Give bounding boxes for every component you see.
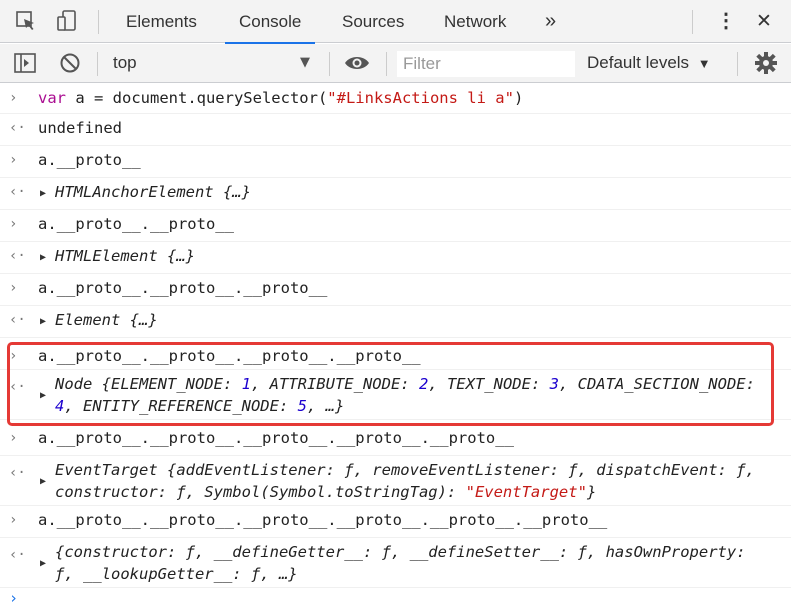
tab-elements[interactable]: Elements	[126, 0, 197, 43]
console-input-row: › a.__proto__.__proto__	[0, 210, 791, 242]
input-prompt-icon: ›	[9, 280, 18, 296]
more-tabs-icon[interactable]: »	[545, 0, 556, 43]
close-icon[interactable]: ✕	[756, 0, 772, 43]
devtools-tab-bar: Elements Console Sources Network » ⋮ ✕	[0, 0, 791, 44]
expand-triangle-icon[interactable]: ▶	[40, 252, 46, 263]
sidebar-toggle-icon[interactable]	[10, 48, 40, 78]
console-command: a.__proto__	[38, 151, 141, 169]
device-toolbar-icon[interactable]	[52, 6, 82, 36]
log-levels-label: Default levels	[587, 53, 690, 72]
eye-icon[interactable]	[342, 48, 372, 78]
console-result-row: ‹· ▶ HTMLAnchorElement {…}	[0, 178, 791, 210]
chevron-down-icon: ▼	[697, 56, 711, 71]
tab-network[interactable]: Network	[444, 0, 506, 43]
console-result-row: ‹· ▶ HTMLElement {…}	[0, 242, 791, 274]
highlight-box	[7, 342, 774, 426]
result-prompt-icon: ‹·	[9, 120, 26, 136]
chevron-down-icon[interactable]: ▼	[300, 55, 310, 70]
divider	[692, 10, 693, 34]
log-levels-dropdown[interactable]: Default levels ▼	[587, 53, 711, 73]
result-prompt-icon: ‹·	[9, 248, 26, 264]
expand-triangle-icon[interactable]: ▶	[40, 316, 46, 327]
divider	[737, 52, 738, 76]
console-input-row: › a.__proto__	[0, 146, 791, 178]
object-preview[interactable]: {constructor: ƒ, __defineGetter__: ƒ, __…	[55, 541, 760, 585]
input-prompt-icon: ›	[9, 152, 18, 168]
expand-triangle-icon[interactable]: ▶	[40, 558, 46, 569]
object-preview[interactable]: HTMLElement {…}	[55, 247, 195, 265]
result-prompt-icon: ‹·	[9, 547, 26, 563]
console-input-row: › a.__proto__.__proto__.__proto__	[0, 274, 791, 306]
input-prompt-icon: ›	[9, 430, 18, 446]
expand-triangle-icon[interactable]: ▶	[40, 188, 46, 199]
divider	[329, 52, 330, 76]
divider	[97, 52, 98, 76]
console-result-row: ‹· undefined	[0, 114, 791, 146]
expand-triangle-icon[interactable]: ▶	[40, 476, 46, 487]
result-prompt-icon: ‹·	[9, 312, 26, 328]
console-value: undefined	[38, 119, 122, 137]
console-result-row: ‹· ▶ EventTarget {addEventListener: ƒ, rem…	[0, 456, 791, 506]
tab-sources[interactable]: Sources	[342, 0, 404, 43]
console-input-row: › a.__proto__.__proto__.__proto__.__proto…	[0, 506, 791, 538]
clear-console-icon[interactable]	[55, 48, 85, 78]
gear-icon[interactable]	[751, 48, 781, 78]
divider	[386, 52, 387, 76]
input-prompt-icon: ›	[9, 512, 18, 528]
console-command: var a = document.querySelector("#LinksAc…	[38, 89, 524, 107]
console-command: a.__proto__.__proto__.__proto__	[38, 279, 328, 297]
divider	[98, 10, 99, 34]
inspect-element-icon[interactable]	[11, 6, 41, 36]
result-prompt-icon: ‹·	[9, 465, 26, 481]
console-command: a.__proto__.__proto__	[38, 215, 234, 233]
filter-input[interactable]: Filter	[397, 51, 575, 77]
console-prompt[interactable]: ›	[9, 589, 18, 607]
console-result-row: ‹· ▶ {constructor: ƒ, __defineGetter__: ƒ,…	[0, 538, 791, 588]
object-preview[interactable]: HTMLAnchorElement {…}	[55, 183, 251, 201]
tab-console[interactable]: Console	[224, 0, 316, 44]
console-input-row: › a.__proto__.__proto__.__proto__.__proto…	[0, 424, 791, 456]
context-selector[interactable]: top	[113, 53, 137, 73]
object-preview[interactable]: Element {…}	[55, 311, 158, 329]
result-prompt-icon: ‹·	[9, 184, 26, 200]
console-command: a.__proto__.__proto__.__proto__.__proto_…	[38, 429, 514, 447]
customize-menu-icon[interactable]: ⋮	[716, 0, 736, 43]
input-prompt-icon: ›	[9, 216, 18, 232]
object-preview[interactable]: EventTarget {addEventListener: ƒ, remove…	[55, 459, 760, 503]
input-prompt-icon: ›	[9, 90, 18, 106]
console-input-row: › var a = document.querySelector("#LinksA…	[0, 84, 791, 114]
console-command: a.__proto__.__proto__.__proto__.__proto_…	[38, 511, 608, 529]
console-toolbar: top ▼ Filter Default levels ▼	[0, 44, 791, 83]
console-result-row: ‹· ▶ Element {…}	[0, 306, 791, 338]
